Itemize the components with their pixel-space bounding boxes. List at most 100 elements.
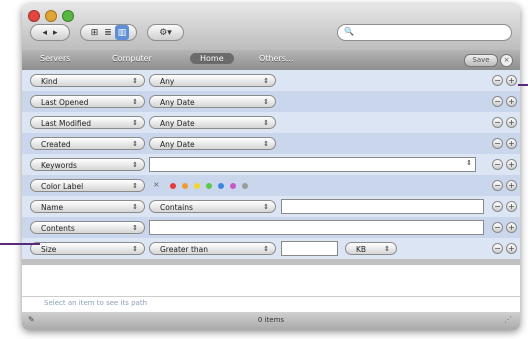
list-view-icon[interactable]: ≣ — [101, 25, 115, 40]
add-criteria-button[interactable]: + — [506, 159, 517, 170]
criteria-row-kind: Kind ⇕ Any ⇕ − + — [22, 70, 520, 91]
add-criteria-button[interactable]: + — [506, 75, 517, 86]
back-forward-control[interactable]: ◂ ▸ — [30, 24, 70, 41]
scope-home[interactable]: Home — [190, 53, 234, 64]
remove-criteria-button[interactable]: − — [492, 222, 503, 233]
label-gray-icon[interactable] — [242, 183, 248, 189]
name-field[interactable] — [281, 199, 484, 214]
keywords-field[interactable]: ⇕ — [149, 157, 476, 172]
popup-arrow-icon: ⇕ — [263, 98, 269, 106]
scope-servers[interactable]: Servers — [40, 54, 70, 63]
operator-popup[interactable]: Any ⇕ — [149, 74, 276, 87]
remove-criteria-button[interactable]: − — [492, 159, 503, 170]
attribute-label: Size — [41, 245, 57, 254]
close-search-button[interactable]: × — [500, 54, 513, 67]
attribute-popup[interactable]: Size ⇕ — [30, 242, 145, 255]
finder-window: ◂ ▸ ⊞ ≣ ▥ ⚙▾ 🔍 Servers Computer Home Oth… — [22, 4, 520, 330]
operator-popup[interactable]: Any Date ⇕ — [149, 137, 276, 150]
criteria-row-contents: Contents ⇕ − + — [22, 217, 520, 238]
label-green-icon[interactable] — [206, 183, 212, 189]
attribute-label: Color Label — [41, 182, 84, 191]
search-scope-bar: Servers Computer Home Others... Save × — [22, 50, 520, 70]
attribute-popup[interactable]: Contents ⇕ — [30, 221, 145, 234]
add-criteria-button[interactable]: + — [506, 243, 517, 254]
add-criteria-button[interactable]: + — [506, 96, 517, 107]
popup-arrow-icon: ⇕ — [132, 245, 138, 253]
operator-popup[interactable]: Any Date ⇕ — [149, 95, 276, 108]
search-field[interactable]: 🔍 — [337, 24, 512, 41]
attribute-popup[interactable]: Color Label ⇕ — [30, 179, 145, 192]
criteria-row-last-modified: Last Modified ⇕ Any Date ⇕ − + — [22, 112, 520, 133]
back-icon[interactable]: ◂ — [39, 25, 50, 40]
popup-arrow-icon: ⇕ — [132, 182, 138, 190]
contents-field[interactable] — [149, 220, 484, 235]
item-count: 0 items — [257, 316, 285, 324]
close-button[interactable] — [28, 10, 40, 22]
keywords-menu-icon[interactable]: ⇕ — [466, 159, 472, 167]
add-criteria-button[interactable]: + — [506, 138, 517, 149]
add-criteria-button[interactable]: + — [506, 117, 517, 128]
criteria-row-last-opened: Last Opened ⇕ Any Date ⇕ − + — [22, 91, 520, 112]
remove-criteria-button[interactable]: − — [492, 117, 503, 128]
add-criteria-button[interactable]: + — [506, 180, 517, 191]
results-area[interactable] — [22, 265, 520, 296]
forward-icon[interactable]: ▸ — [50, 25, 61, 40]
resize-grip-icon[interactable]: ⋰ — [504, 315, 512, 324]
attribute-label: Kind — [41, 77, 58, 86]
action-menu-button[interactable]: ⚙▾ — [147, 24, 184, 41]
operator-label: Any — [160, 77, 175, 86]
popup-arrow-icon: ⇕ — [132, 224, 138, 232]
zoom-button[interactable] — [62, 10, 74, 22]
popup-arrow-icon: ⇕ — [263, 119, 269, 127]
label-purple-icon[interactable] — [230, 183, 236, 189]
remove-criteria-button[interactable]: − — [492, 180, 503, 191]
label-blue-icon[interactable] — [218, 183, 224, 189]
add-criteria-button[interactable]: + — [506, 201, 517, 212]
label-yellow-icon[interactable] — [194, 183, 200, 189]
attribute-label: Keywords — [41, 161, 77, 170]
icon-view-icon[interactable]: ⊞ — [88, 25, 102, 40]
scope-others[interactable]: Others... — [259, 54, 294, 63]
callout-line — [518, 84, 528, 86]
attribute-popup[interactable]: Kind ⇕ — [30, 74, 145, 87]
minimize-button[interactable] — [45, 10, 57, 22]
remove-criteria-button[interactable]: − — [492, 243, 503, 254]
criteria-row-color-label: Color Label ⇕ × − + — [22, 175, 520, 196]
operator-label: Any Date — [160, 119, 195, 128]
scope-computer[interactable]: Computer — [112, 54, 152, 63]
operator-popup[interactable]: Any Date ⇕ — [149, 116, 276, 129]
operator-popup[interactable]: Greater than ⇕ — [149, 242, 276, 255]
attribute-popup[interactable]: Created ⇕ — [30, 137, 145, 150]
criteria-row-keywords: Keywords ⇕ ⇕ − + — [22, 154, 520, 175]
attribute-label: Last Opened — [41, 98, 89, 107]
save-search-button[interactable]: Save — [464, 54, 498, 67]
attribute-popup[interactable]: Name ⇕ — [30, 200, 145, 213]
view-mode-control[interactable]: ⊞ ≣ ▥ — [80, 24, 137, 41]
operator-popup[interactable]: Contains ⇕ — [149, 200, 276, 213]
callout-line — [0, 243, 40, 245]
size-unit-popup[interactable]: KB ⇕ — [345, 242, 397, 255]
search-icon: 🔍 — [344, 27, 354, 36]
column-view-icon[interactable]: ▥ — [114, 25, 130, 40]
status-bar: ✎ 0 items ⋰ — [22, 312, 520, 330]
path-bar: Select an item to see its path — [22, 296, 520, 313]
title-bar: ◂ ▸ ⊞ ≣ ▥ ⚙▾ 🔍 — [22, 4, 520, 50]
label-orange-icon[interactable] — [182, 183, 188, 189]
unit-label: KB — [356, 245, 367, 254]
remove-criteria-button[interactable]: − — [492, 75, 503, 86]
label-red-icon[interactable] — [170, 183, 176, 189]
remove-criteria-button[interactable]: − — [492, 201, 503, 212]
popup-arrow-icon: ⇕ — [132, 203, 138, 211]
add-criteria-button[interactable]: + — [506, 222, 517, 233]
remove-criteria-button[interactable]: − — [492, 96, 503, 107]
size-field[interactable] — [281, 241, 338, 256]
remove-criteria-button[interactable]: − — [492, 138, 503, 149]
criteria-row-name: Name ⇕ Contains ⇕ − + — [22, 196, 520, 217]
attribute-popup[interactable]: Keywords ⇕ — [30, 158, 145, 171]
no-label-icon[interactable]: × — [153, 180, 160, 189]
attribute-label: Last Modified — [41, 119, 92, 128]
attribute-popup[interactable]: Last Modified ⇕ — [30, 116, 145, 129]
path-hint-text: Select an item to see its path — [44, 299, 148, 307]
operator-label: Contains — [160, 203, 193, 212]
attribute-popup[interactable]: Last Opened ⇕ — [30, 95, 145, 108]
